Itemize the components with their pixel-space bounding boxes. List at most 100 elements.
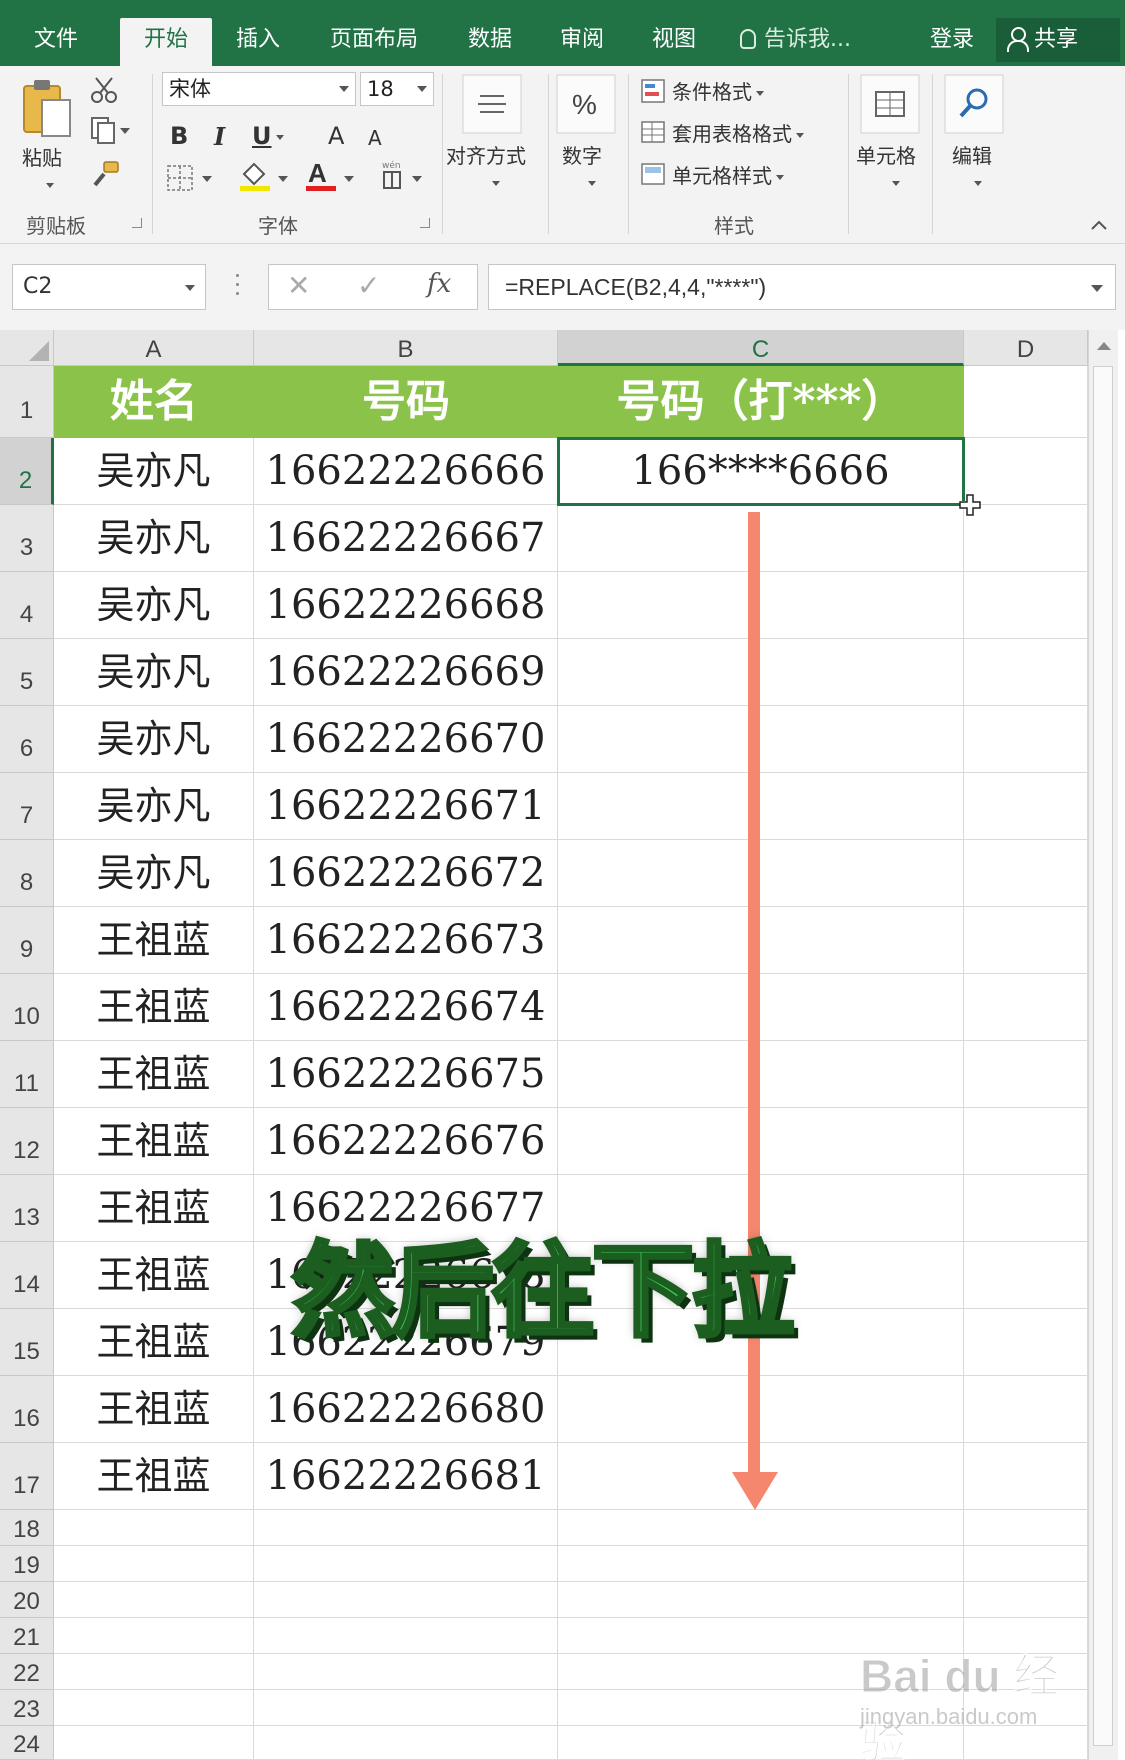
borders-icon[interactable]	[166, 164, 216, 196]
row-header-4[interactable]: 4	[0, 572, 54, 639]
number-button[interactable]: 数字	[562, 140, 602, 169]
editing-dropdown-icon[interactable]	[970, 170, 982, 194]
row-header-18[interactable]: 18	[0, 1510, 54, 1546]
row-header-24[interactable]: 24	[0, 1726, 54, 1760]
copy-icon[interactable]	[90, 116, 130, 148]
name-cell[interactable]: 王祖蓝	[54, 907, 254, 974]
column-header-a[interactable]: A	[54, 330, 254, 366]
name-cell[interactable]: 吴亦凡	[54, 639, 254, 706]
select-all-button[interactable]	[0, 330, 54, 366]
name-cell[interactable]: 王祖蓝	[54, 974, 254, 1041]
empty-cell[interactable]	[54, 1582, 254, 1618]
alignment-button[interactable]: 对齐方式	[446, 140, 526, 169]
tab-insert[interactable]: 插入	[218, 14, 298, 66]
empty-cell[interactable]	[54, 1618, 254, 1654]
name-cell[interactable]: 吴亦凡	[54, 773, 254, 840]
empty-cell[interactable]	[964, 974, 1088, 1041]
empty-cell[interactable]	[558, 1510, 964, 1546]
name-cell[interactable]: 王祖蓝	[54, 1309, 254, 1376]
empty-cell[interactable]	[558, 1546, 964, 1582]
row-header-1[interactable]: 1	[0, 366, 54, 438]
enter-icon[interactable]: ✓	[357, 269, 380, 302]
login-link[interactable]: 登录	[930, 14, 974, 66]
clipboard-launcher-icon[interactable]	[132, 218, 142, 228]
empty-cell[interactable]	[964, 706, 1088, 773]
vertical-scrollbar[interactable]	[1088, 330, 1118, 1760]
row-header-11[interactable]: 11	[0, 1041, 54, 1108]
empty-cell[interactable]	[54, 1510, 254, 1546]
empty-cell[interactable]	[964, 438, 1088, 505]
row-header-14[interactable]: 14	[0, 1242, 54, 1309]
format-as-table-button[interactable]: 套用表格格式	[640, 118, 804, 147]
number-cell[interactable]: 16622226671	[254, 773, 558, 840]
paste-dropdown-icon[interactable]	[42, 172, 54, 196]
name-cell[interactable]: 王祖蓝	[54, 1443, 254, 1510]
format-painter-icon[interactable]	[92, 160, 120, 192]
name-cell[interactable]: 吴亦凡	[54, 572, 254, 639]
cancel-icon[interactable]: ✕	[287, 269, 310, 302]
cut-icon[interactable]	[90, 76, 118, 108]
empty-cell[interactable]	[254, 1582, 558, 1618]
grow-font-button[interactable]: A	[328, 122, 344, 150]
name-cell[interactable]: 王祖蓝	[54, 1376, 254, 1443]
empty-cell[interactable]	[964, 505, 1088, 572]
empty-cell[interactable]	[254, 1546, 558, 1582]
cells-dropdown-icon[interactable]	[888, 170, 900, 194]
font-size-select[interactable]: 18	[360, 72, 434, 106]
name-cell[interactable]: 王祖蓝	[54, 1041, 254, 1108]
empty-cell[interactable]	[54, 1690, 254, 1726]
number-cell[interactable]: 16622226676	[254, 1108, 558, 1175]
number-cell[interactable]: 16622226668	[254, 572, 558, 639]
empty-cell[interactable]	[254, 1690, 558, 1726]
empty-cell[interactable]	[964, 907, 1088, 974]
name-box[interactable]: C2	[12, 264, 206, 310]
header-cell[interactable]: 姓名	[54, 366, 254, 438]
empty-cell[interactable]	[254, 1726, 558, 1760]
row-header-13[interactable]: 13	[0, 1175, 54, 1242]
scroll-thumb[interactable]	[1093, 366, 1113, 1746]
number-cell[interactable]: 16622226669	[254, 639, 558, 706]
empty-cell[interactable]	[558, 1582, 964, 1618]
row-header-15[interactable]: 15	[0, 1309, 54, 1376]
header-cell[interactable]: 号码	[254, 366, 558, 438]
bold-button[interactable]: B	[170, 122, 188, 150]
row-header-3[interactable]: 3	[0, 505, 54, 572]
editing-button[interactable]: 编辑	[952, 140, 992, 169]
row-header-17[interactable]: 17	[0, 1443, 54, 1510]
tab-review[interactable]: 审阅	[542, 14, 622, 66]
empty-cell[interactable]	[54, 1726, 254, 1760]
header-cell[interactable]: 号码（打***）	[558, 366, 964, 438]
row-header-22[interactable]: 22	[0, 1654, 54, 1690]
column-header-b[interactable]: B	[254, 330, 558, 366]
name-cell[interactable]: 吴亦凡	[54, 840, 254, 907]
tab-data[interactable]: 数据	[450, 14, 530, 66]
row-header-16[interactable]: 16	[0, 1376, 54, 1443]
number-cell[interactable]: 16622226673	[254, 907, 558, 974]
name-cell[interactable]: 王祖蓝	[54, 1175, 254, 1242]
empty-cell[interactable]	[964, 572, 1088, 639]
alignment-icon[interactable]	[462, 74, 522, 138]
font-launcher-icon[interactable]	[420, 218, 430, 228]
empty-cell[interactable]	[964, 366, 1088, 438]
empty-cell[interactable]	[254, 1654, 558, 1690]
formula-input[interactable]: =REPLACE(B2,4,4,"****")	[488, 264, 1116, 310]
row-header-8[interactable]: 8	[0, 840, 54, 907]
empty-cell[interactable]	[964, 1510, 1088, 1546]
expand-formula-icon[interactable]	[1091, 285, 1103, 292]
cell-styles-button[interactable]: 单元格样式	[640, 160, 784, 189]
empty-cell[interactable]	[964, 1546, 1088, 1582]
empty-cell[interactable]	[964, 1041, 1088, 1108]
font-color-icon[interactable]: A	[304, 158, 360, 196]
empty-cell[interactable]	[964, 1582, 1088, 1618]
column-header-d[interactable]: D	[964, 330, 1088, 366]
tab-page-layout[interactable]: 页面布局	[318, 14, 430, 66]
name-cell[interactable]: 王祖蓝	[54, 1108, 254, 1175]
empty-cell[interactable]	[964, 1309, 1088, 1376]
scroll-up-icon[interactable]	[1097, 342, 1111, 350]
alignment-dropdown-icon[interactable]	[488, 170, 500, 194]
empty-cell[interactable]	[964, 1242, 1088, 1309]
empty-cell[interactable]	[54, 1654, 254, 1690]
paste-icon[interactable]	[20, 76, 74, 146]
underline-button[interactable]: U	[252, 122, 284, 150]
empty-cell[interactable]	[964, 773, 1088, 840]
